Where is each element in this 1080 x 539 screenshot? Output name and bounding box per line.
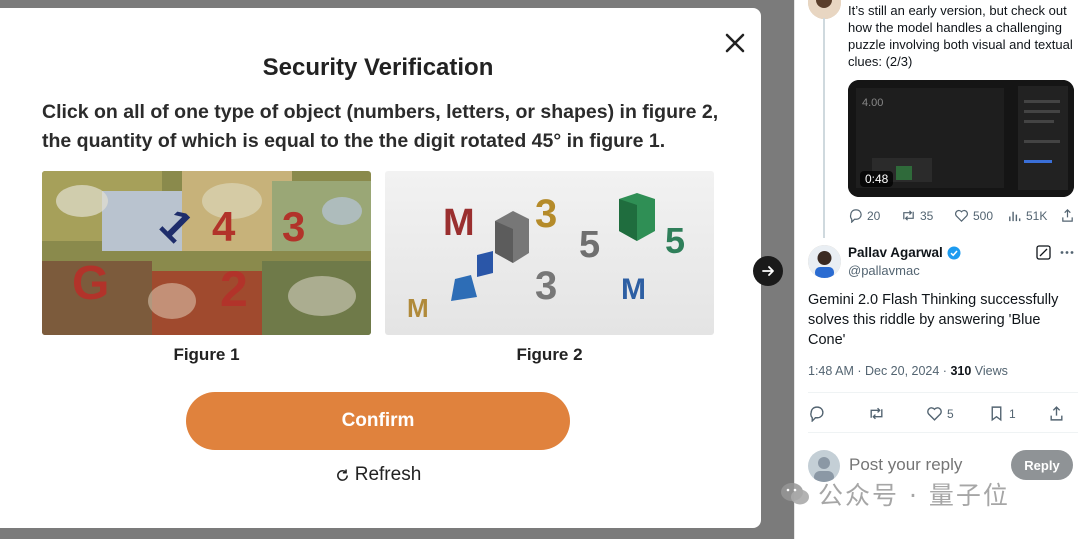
figure1-glyph: G xyxy=(72,257,109,310)
figure1-image[interactable]: G 1 4 3 2 xyxy=(42,171,371,335)
confirm-button[interactable]: Confirm xyxy=(186,392,570,450)
author-name[interactable]: Pallav Agarwal xyxy=(848,245,961,260)
divider xyxy=(808,392,1078,393)
views-action[interactable]: 51K xyxy=(1007,208,1060,223)
captcha-instruction: Click on all of one type of object (numb… xyxy=(42,101,719,152)
figure2-glyph: 5 xyxy=(579,224,600,266)
prev-tweet-text: It’s still an early version, but check o… xyxy=(848,3,1073,69)
figure2-glyph: 3 xyxy=(535,264,557,308)
like-count: 5 xyxy=(947,406,954,421)
figure2-label: Figure 2 xyxy=(516,345,583,364)
like-action[interactable]: 5 xyxy=(926,405,988,422)
reply-action[interactable]: 20 xyxy=(848,208,901,223)
bookmark-icon xyxy=(991,406,1002,422)
bookmark-action[interactable]: 1 xyxy=(988,405,1048,422)
security-verification-modal: Security Verification Click on all of on… xyxy=(0,8,761,528)
prev-tweet-avatar[interactable] xyxy=(808,0,841,19)
reply-button[interactable]: Reply xyxy=(1011,450,1073,480)
modal-title: Security Verification xyxy=(262,54,494,81)
prev-tweet-actions: 20 35 500 51K xyxy=(848,208,1075,223)
tweet-time[interactable]: 1:48 AM · Dec 20, 2024 · xyxy=(808,364,950,378)
wechat-icon xyxy=(781,483,809,505)
refresh-icon xyxy=(336,469,348,481)
tweet-views-label: Views xyxy=(971,364,1008,378)
next-arrow-button[interactable] xyxy=(753,256,783,286)
verified-badge-icon xyxy=(947,246,961,259)
repost-icon xyxy=(870,407,883,420)
figure1-glyph: 3 xyxy=(282,203,305,250)
share-action[interactable] xyxy=(1060,208,1075,223)
views-count: 51K xyxy=(1026,208,1048,223)
views-icon xyxy=(1009,211,1021,222)
like-action[interactable]: 500 xyxy=(954,208,1007,223)
close-icon[interactable] xyxy=(722,30,748,56)
bookmark-count: 1 xyxy=(1009,406,1016,421)
repost-action[interactable] xyxy=(868,405,926,422)
video-overlay-number: 4.00 xyxy=(862,97,883,109)
figure2-glyph: M xyxy=(621,273,646,306)
reply-icon xyxy=(810,406,824,422)
repost-icon xyxy=(903,210,914,221)
share-action[interactable] xyxy=(1048,405,1065,422)
tweet-views-count: 310 xyxy=(950,364,972,378)
heart-icon xyxy=(927,407,942,421)
share-icon xyxy=(1062,209,1073,222)
author-handle[interactable]: @pallavmac xyxy=(848,263,920,278)
reply-input[interactable] xyxy=(849,455,999,475)
repost-action[interactable]: 35 xyxy=(901,208,954,223)
watermark-text: 公众号 · 量子位 xyxy=(818,481,1010,510)
refresh-button[interactable]: Refresh xyxy=(0,464,756,486)
grok-icon[interactable] xyxy=(1036,245,1051,260)
reply-action[interactable] xyxy=(808,405,868,422)
divider xyxy=(808,432,1078,433)
figure1-label: Figure 1 xyxy=(173,345,240,364)
figure1-glyph: 4 xyxy=(212,203,236,250)
tweet-pane: It’s still an early version, but check o… xyxy=(795,0,1080,539)
figure2-glyph: 3 xyxy=(535,192,557,236)
heart-icon xyxy=(955,209,968,222)
repost-count: 35 xyxy=(920,208,934,223)
arrow-right-icon xyxy=(762,266,774,276)
figure2-glyph: M xyxy=(443,202,475,244)
author-name-text: Pallav Agarwal xyxy=(848,245,943,260)
reply-icon xyxy=(849,209,862,223)
tweet-meta: 1:48 AM · Dec 20, 2024 · 310 Views xyxy=(808,364,1008,378)
share-icon xyxy=(1050,406,1063,421)
reply-count: 20 xyxy=(867,208,881,223)
figure2-glyph: 5 xyxy=(665,220,685,261)
figure1-glyph: 2 xyxy=(220,261,248,317)
author-avatar[interactable] xyxy=(808,245,841,278)
tweet-text: Gemini 2.0 Flash Thinking successfully s… xyxy=(808,292,1059,348)
video-player[interactable]: 4.00 0:48 xyxy=(848,80,1074,197)
figure2-glyph: M xyxy=(407,293,429,323)
tweet-actions: 5 1 xyxy=(808,405,1065,422)
more-options-icon[interactable] xyxy=(1059,245,1075,260)
watermark: 公众号 · 量子位 xyxy=(780,476,1010,512)
video-duration: 0:48 xyxy=(860,171,894,187)
refresh-label: Refresh xyxy=(354,464,422,485)
figure2-image[interactable]: M 3 5 5 3 M M xyxy=(385,171,714,335)
like-count: 500 xyxy=(973,208,994,223)
thread-line xyxy=(823,18,825,238)
